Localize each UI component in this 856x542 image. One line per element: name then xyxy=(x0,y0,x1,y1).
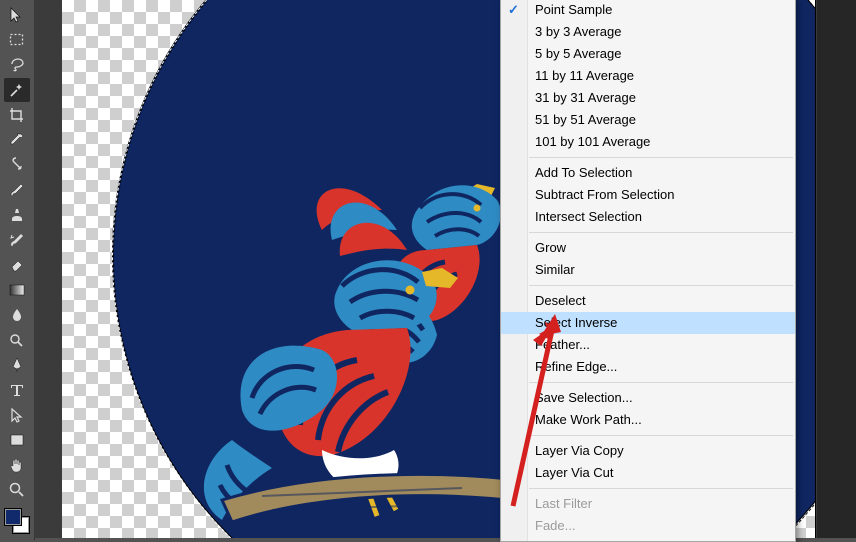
tool-blur[interactable] xyxy=(4,303,30,327)
canvas-ruler-left xyxy=(34,0,63,538)
tool-eyedropper[interactable] xyxy=(4,128,30,152)
menu-item-last-filter: Last Filter xyxy=(501,493,795,515)
tool-rect-marquee[interactable] xyxy=(4,28,30,52)
tool-path-select[interactable] xyxy=(4,403,30,427)
menu-item-layer-via-cut[interactable]: Layer Via Cut xyxy=(501,462,795,484)
tool-brush[interactable] xyxy=(4,178,30,202)
menu-item-add-to-selection[interactable]: Add To Selection xyxy=(501,162,795,184)
menu-item-feather[interactable]: Feather... xyxy=(501,334,795,356)
tool-crop[interactable] xyxy=(4,103,30,127)
tool-hand[interactable] xyxy=(4,453,30,477)
context-menu: Point Sample 3 by 3 Average 5 by 5 Avera… xyxy=(500,0,796,542)
menu-item-5x5-average[interactable]: 5 by 5 Average xyxy=(501,43,795,65)
tool-dodge[interactable] xyxy=(4,328,30,352)
menu-item-layer-via-copy[interactable]: Layer Via Copy xyxy=(501,440,795,462)
tool-pen[interactable] xyxy=(4,353,30,377)
menu-item-grow[interactable]: Grow xyxy=(501,237,795,259)
menu-separator xyxy=(529,285,793,286)
menu-item-refine-edge[interactable]: Refine Edge... xyxy=(501,356,795,378)
menu-item-fade: Fade... xyxy=(501,515,795,537)
tool-history-brush[interactable] xyxy=(4,228,30,252)
tool-healing-brush[interactable] xyxy=(4,153,30,177)
menu-separator xyxy=(529,157,793,158)
menu-item-make-work-path[interactable]: Make Work Path... xyxy=(501,409,795,431)
tool-gradient[interactable] xyxy=(4,278,30,302)
tool-magic-wand[interactable] xyxy=(4,78,30,102)
menu-item-31x31-average[interactable]: 31 by 31 Average xyxy=(501,87,795,109)
menu-item-similar[interactable]: Similar xyxy=(501,259,795,281)
tool-lasso[interactable] xyxy=(4,53,30,77)
foreground-color-swatch[interactable] xyxy=(4,508,22,526)
tool-rectangle-shape[interactable] xyxy=(4,428,30,452)
menu-item-point-sample[interactable]: Point Sample xyxy=(501,0,795,21)
tool-type[interactable] xyxy=(4,378,30,402)
menu-separator xyxy=(529,232,793,233)
menu-separator xyxy=(529,382,793,383)
menu-item-deselect[interactable]: Deselect xyxy=(501,290,795,312)
menu-item-3x3-average[interactable]: 3 by 3 Average xyxy=(501,21,795,43)
tool-eraser[interactable] xyxy=(4,253,30,277)
menu-item-intersect-selection[interactable]: Intersect Selection xyxy=(501,206,795,228)
menu-item-subtract-from-selection[interactable]: Subtract From Selection xyxy=(501,184,795,206)
menu-item-11x11-average[interactable]: 11 by 11 Average xyxy=(501,65,795,87)
menu-item-51x51-average[interactable]: 51 by 51 Average xyxy=(501,109,795,131)
tool-clone-stamp[interactable] xyxy=(4,203,30,227)
menu-item-select-inverse[interactable]: Select Inverse xyxy=(501,312,795,334)
tool-move[interactable] xyxy=(4,3,30,27)
tool-palette xyxy=(0,0,35,540)
panel-dock-right xyxy=(815,0,856,538)
menu-separator xyxy=(529,435,793,436)
foreground-background-swatch[interactable] xyxy=(4,508,30,534)
menu-separator xyxy=(529,488,793,489)
menu-item-101x101-average[interactable]: 101 by 101 Average xyxy=(501,131,795,153)
tool-zoom[interactable] xyxy=(4,478,30,502)
menu-item-save-selection[interactable]: Save Selection... xyxy=(501,387,795,409)
